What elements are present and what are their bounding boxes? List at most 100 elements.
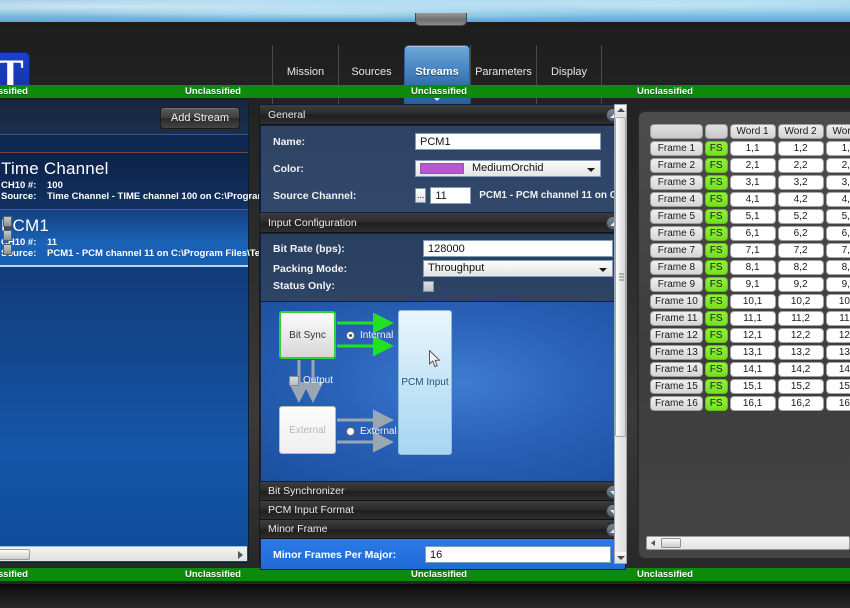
word-cell[interactable]: 14,2 [777,362,824,377]
word-cell[interactable]: 2,1 [729,158,776,173]
word-cell[interactable]: 6,1 [729,226,776,241]
table-row-header[interactable]: Frame 14 [650,362,703,377]
table-row-header[interactable]: Frame 16 [650,396,703,411]
frame-sync-cell[interactable]: FS [704,277,728,292]
table-row-header[interactable]: Frame 4 [650,192,703,207]
name-input[interactable]: PCM1 [415,133,601,150]
color-select[interactable]: MediumOrchid [415,160,601,177]
word-cell[interactable]: 8,3 [825,260,850,275]
table-row-header[interactable]: Frame 1 [650,141,703,156]
word-cell[interactable]: 14,1 [729,362,776,377]
word-cell[interactable]: 3,3 [825,175,850,190]
word-cell[interactable]: 14,3 [825,362,850,377]
word-cell[interactable]: 12,2 [777,328,824,343]
frame-table-horizontal-scrollbar[interactable] [646,536,850,550]
frame-sync-cell[interactable]: FS [704,260,728,275]
table-row-header[interactable]: Frame 15 [650,379,703,394]
word-cell[interactable]: 4,2 [777,192,824,207]
pcm-input-block[interactable]: PCM Input [398,310,452,455]
section-header-pcm-input-format[interactable]: PCM Input Format [260,501,626,520]
chevron-down-icon[interactable] [599,268,607,272]
frame-sync-cell[interactable]: FS [704,158,728,173]
word-cell[interactable]: 12,1 [729,328,776,343]
stream-list-horizontal-scrollbar[interactable] [0,546,247,561]
frame-sync-cell[interactable]: FS [704,311,728,326]
frame-sync-cell[interactable]: FS [704,379,728,394]
word-cell[interactable]: 13,3 [825,345,850,360]
word-cell[interactable]: 1,3 [825,141,850,156]
table-column-header[interactable]: Word 2 [777,124,824,139]
configuration-vertical-scrollbar[interactable] [614,104,627,564]
minor-frames-per-major-input[interactable]: 16 [425,546,611,563]
word-cell[interactable]: 11,1 [729,311,776,326]
table-row-header[interactable]: Frame 2 [650,158,703,173]
frame-sync-cell[interactable]: FS [704,328,728,343]
frame-sync-cell[interactable]: FS [704,192,728,207]
external-source-block[interactable]: External [279,406,336,454]
word-cell[interactable]: 7,2 [777,243,824,258]
table-row-header[interactable]: Frame 13 [650,345,703,360]
scroll-up-icon[interactable] [615,105,626,116]
word-cell[interactable]: 5,2 [777,209,824,224]
word-cell[interactable]: 9,3 [825,277,850,292]
table-row-header[interactable]: Frame 9 [650,277,703,292]
frame-sync-cell[interactable]: FS [704,243,728,258]
word-cell[interactable]: 4,3 [825,192,850,207]
word-cell[interactable]: 10,2 [777,294,824,309]
output-checkbox-group[interactable]: Output [289,375,333,386]
word-cell[interactable]: 15,3 [825,379,850,394]
frame-sync-cell[interactable]: FS [704,294,728,309]
table-row-header[interactable]: Frame 8 [650,260,703,275]
word-cell[interactable]: 6,3 [825,226,850,241]
word-cell[interactable]: 15,1 [729,379,776,394]
scrollbar-thumb[interactable] [661,538,681,548]
word-cell[interactable]: 10,1 [729,294,776,309]
bit-rate-input[interactable]: 128000 [423,240,613,257]
window-drag-handle[interactable] [415,13,467,26]
word-cell[interactable]: 8,1 [729,260,776,275]
word-cell[interactable]: 13,1 [729,345,776,360]
word-cell[interactable]: 13,2 [777,345,824,360]
word-cell[interactable]: 16,1 [729,396,776,411]
stream-list-item-time-channel[interactable]: Time Channel CH10 #: 100 Source: Time Ch… [0,152,277,208]
word-cell[interactable]: 3,1 [729,175,776,190]
word-cell[interactable]: 9,2 [777,277,824,292]
word-cell[interactable]: 11,3 [825,311,850,326]
word-cell[interactable]: 8,2 [777,260,824,275]
scrollbar-thumb[interactable] [615,117,626,437]
word-cell[interactable]: 16,3 [825,396,850,411]
table-row-header[interactable]: Frame 6 [650,226,703,241]
section-header-input-configuration[interactable]: Input Configuration [260,213,626,233]
table-row-header[interactable]: Frame 5 [650,209,703,224]
table-row-header[interactable]: Frame 11 [650,311,703,326]
add-stream-button[interactable]: Add Stream [159,107,240,129]
frame-sync-cell[interactable]: FS [704,362,728,377]
packing-mode-select[interactable]: Throughput [423,260,613,277]
word-cell[interactable]: 2,3 [825,158,850,173]
word-cell[interactable]: 3,2 [777,175,824,190]
table-row-header[interactable]: Frame 7 [650,243,703,258]
source-channel-input[interactable]: 11 [430,187,472,204]
scroll-down-icon[interactable] [615,552,626,563]
frame-sync-cell[interactable]: FS [704,396,728,411]
output-checkbox[interactable] [289,375,299,386]
chevron-down-icon[interactable] [587,168,595,172]
status-only-checkbox[interactable] [423,280,434,292]
word-cell[interactable]: 10,3 [825,294,850,309]
scroll-left-icon[interactable] [651,540,655,546]
word-cell[interactable]: 1,2 [777,141,824,156]
source-channel-browse-button[interactable]: ... [415,188,427,203]
word-cell[interactable]: 9,1 [729,277,776,292]
word-cell[interactable]: 1,1 [729,141,776,156]
word-cell[interactable]: 4,1 [729,192,776,207]
stream-list-item-pcm1[interactable]: PCM1 CH10 #: 11 Source: PCM1 - PCM chann… [0,209,276,267]
word-cell[interactable]: 6,2 [777,226,824,241]
word-cell[interactable]: 12,3 [825,328,850,343]
frame-sync-cell[interactable]: FS [704,209,728,224]
internal-source-radio[interactable]: Internal [346,330,393,341]
scroll-right-icon[interactable] [238,551,243,559]
word-cell[interactable]: 15,2 [777,379,824,394]
table-row-header[interactable]: Frame 10 [650,294,703,309]
section-header-general[interactable]: General [260,105,626,125]
word-cell[interactable]: 11,2 [777,311,824,326]
